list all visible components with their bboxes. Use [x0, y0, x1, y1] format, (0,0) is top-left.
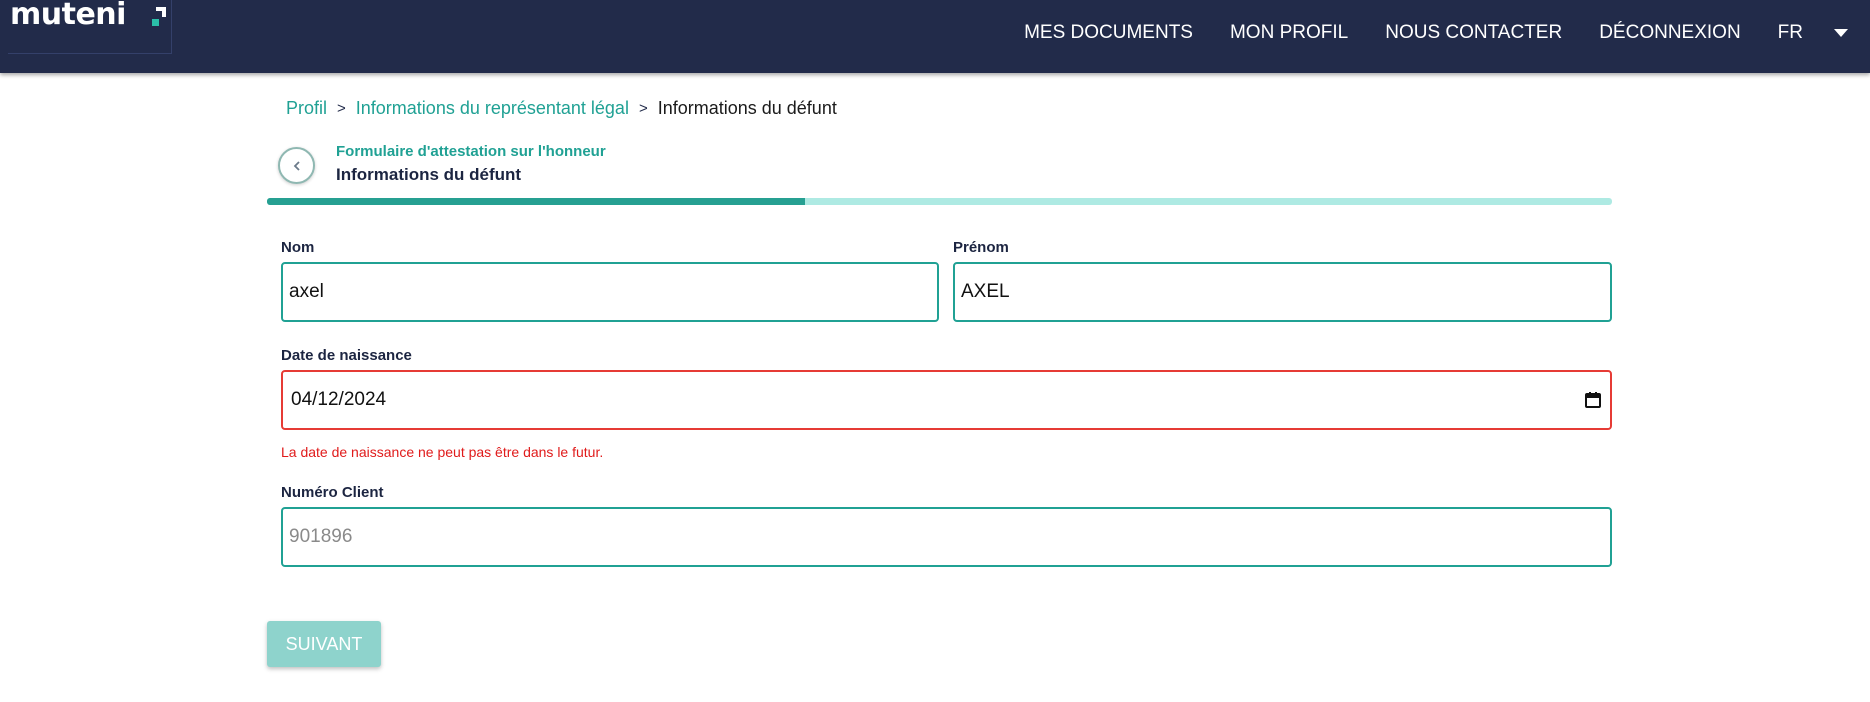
nom-label: Nom: [281, 239, 315, 256]
chevron-down-icon: [1834, 29, 1848, 37]
date-naissance-error: La date de naissance ne peut pas être da…: [281, 444, 604, 460]
logo-mark-icon: [152, 7, 166, 26]
logo-text: muteni: [10, 0, 126, 32]
chevron-left-icon: [293, 160, 300, 171]
language-selector[interactable]: FR: [1778, 22, 1848, 44]
breadcrumb-current: Informations du défunt: [657, 98, 837, 118]
top-navigation-bar: muteni MES DOCUMENTS MON PROFIL NOUS CON…: [0, 0, 1870, 73]
form-title: Informations du défunt: [336, 165, 522, 184]
numero-client-input[interactable]: [281, 507, 1612, 567]
calendar-icon[interactable]: [1584, 391, 1602, 409]
nav-mes-documents[interactable]: MES DOCUMENTS: [1024, 22, 1193, 44]
main-nav: MES DOCUMENTS MON PROFIL NOUS CONTACTER …: [987, 0, 1870, 66]
language-label: FR: [1777, 22, 1803, 43]
back-button[interactable]: [278, 147, 315, 184]
date-naissance-input[interactable]: 04/12/2024: [281, 370, 1612, 430]
prenom-label: Prénom: [953, 239, 1009, 256]
nav-nous-contacter[interactable]: NOUS CONTACTER: [1385, 22, 1562, 44]
date-naissance-label: Date de naissance: [281, 347, 412, 364]
progress-bar: [267, 198, 1612, 205]
numero-client-label: Numéro Client: [281, 484, 384, 501]
form-subtitle: Formulaire d'attestation sur l'honneur: [336, 143, 606, 160]
nav-deconnexion[interactable]: DÉCONNEXION: [1599, 22, 1740, 44]
breadcrumb-profil[interactable]: Profil: [286, 98, 327, 119]
date-naissance-value: 04/12/2024: [291, 389, 387, 410]
nav-mon-profil[interactable]: MON PROFIL: [1230, 22, 1348, 44]
logo[interactable]: muteni: [8, 0, 172, 54]
breadcrumb: Profil > Informations du représentant lé…: [286, 98, 837, 119]
breadcrumb-representant-legal[interactable]: Informations du représentant légal: [356, 98, 629, 119]
nom-input[interactable]: [281, 262, 939, 322]
chevron-right-icon: >: [638, 100, 648, 117]
progress-fill: [267, 198, 805, 205]
prenom-input[interactable]: [953, 262, 1612, 322]
chevron-right-icon: >: [337, 100, 346, 117]
next-button[interactable]: SUIVANT: [267, 621, 381, 667]
